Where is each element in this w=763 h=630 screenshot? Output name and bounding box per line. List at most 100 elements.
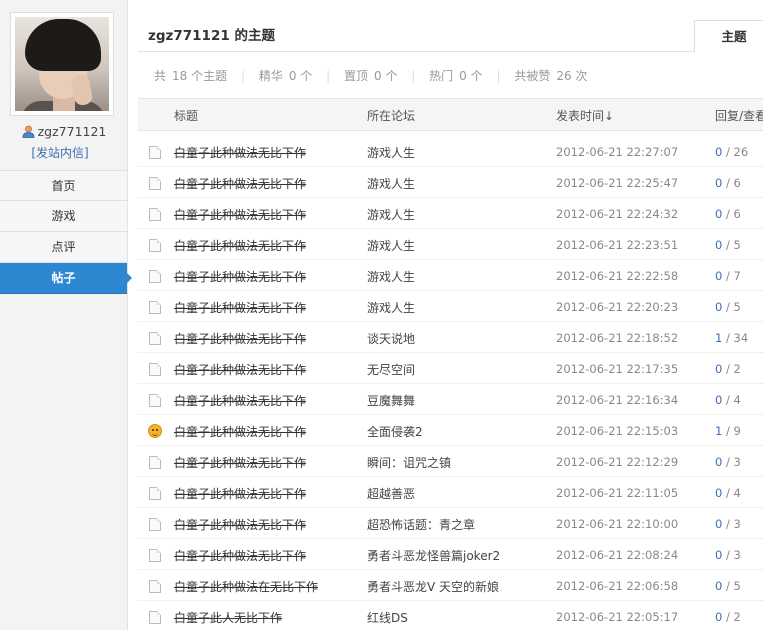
forum-link[interactable]: 谈天说地 bbox=[367, 330, 415, 347]
topic-title-link[interactable]: 白童子此种做法无比下作 bbox=[174, 547, 306, 564]
table-row: 白童子此种做法无比下作 游戏人生 2012-06-21 22:27:07 0 / 26 bbox=[138, 136, 763, 167]
view-count: / 34 bbox=[725, 331, 749, 345]
topic-title-link[interactable]: 白童子此种做法无比下作 bbox=[174, 392, 306, 409]
username[interactable]: zgz771121 bbox=[38, 124, 107, 139]
avatar[interactable] bbox=[10, 12, 114, 116]
topic-title-link[interactable]: 白童子此种做法无比下作 bbox=[174, 268, 306, 285]
table-row: 白童子此种做法无比下作 瞬间：诅咒之镇 2012-06-21 22:12:29 0 /… bbox=[138, 446, 763, 477]
topic-title-link[interactable]: 白童子此种做法无比下作 bbox=[174, 423, 306, 440]
post-time: 2012-06-21 22:18:52 bbox=[556, 331, 679, 345]
reply-view-count: 0 / 6 bbox=[715, 176, 741, 190]
table-row: 白童子此种做法无比下作 勇者斗恶龙怪兽篇joker2 2012-06-21 22:0… bbox=[138, 539, 763, 570]
stat-likes-label: 共被赞 bbox=[514, 69, 551, 83]
document-icon bbox=[149, 270, 161, 283]
view-count: / 5 bbox=[725, 300, 741, 314]
reply-view-count: 0 / 5 bbox=[715, 300, 741, 314]
reply-count: 0 bbox=[715, 486, 723, 500]
forum-link[interactable]: 红线DS bbox=[367, 609, 408, 626]
reply-view-count: 0 / 5 bbox=[715, 238, 741, 252]
view-count: / 6 bbox=[725, 207, 741, 221]
topic-title-link[interactable]: 白童子此种做法无比下作 bbox=[174, 299, 306, 316]
document-icon bbox=[149, 301, 161, 314]
sidebar-item-posts[interactable]: 帖子 bbox=[0, 263, 132, 294]
view-count: / 4 bbox=[725, 393, 741, 407]
forum-link[interactable]: 瞬间：诅咒之镇 bbox=[367, 454, 451, 471]
reply-view-count: 0 / 3 bbox=[715, 548, 741, 562]
sidebar-item-games[interactable]: 游戏 bbox=[0, 201, 127, 232]
forum-link[interactable]: 无尽空间 bbox=[367, 361, 415, 378]
forum-link[interactable]: 勇者斗恶龙Ⅴ 天空的新娘 bbox=[367, 578, 499, 595]
column-header-time[interactable]: 发表时间↓ bbox=[556, 107, 614, 124]
reply-view-count: 0 / 2 bbox=[715, 610, 741, 624]
table-row: 白童子此种做法无比下作 豆魔舞舞 2012-06-21 22:16:34 0 / 4 bbox=[138, 384, 763, 415]
stat-likes-value: 26 次 bbox=[556, 69, 588, 83]
forum-link[interactable]: 游戏人生 bbox=[367, 206, 415, 223]
title-bar: zgz771121 的主题 主题 bbox=[138, 0, 763, 53]
table-row: 白童子此种做法无比下作 超越善恶 2012-06-21 22:11:05 0 / 4 bbox=[138, 477, 763, 508]
topic-title-link[interactable]: 白童子此种做法无比下作 bbox=[174, 361, 306, 378]
post-time: 2012-06-21 22:15:03 bbox=[556, 424, 679, 438]
main-content: zgz771121 的主题 主题 共 18 个主题 | 精华 0 个 | 置顶 0 个… bbox=[138, 0, 763, 630]
reply-view-count: 0 / 3 bbox=[715, 517, 741, 531]
topic-title-link[interactable]: 白童子此种做法在无比下作 bbox=[174, 578, 318, 595]
document-icon bbox=[149, 146, 161, 159]
table-row: 白童子此种做法在无比下作 勇者斗恶龙Ⅴ 天空的新娘 2012-06-21 22:06… bbox=[138, 570, 763, 601]
avatar-image bbox=[15, 17, 109, 111]
post-time: 2012-06-21 22:10:00 bbox=[556, 517, 679, 531]
reply-count: 1 bbox=[715, 424, 723, 438]
reply-view-count: 0 / 4 bbox=[715, 486, 741, 500]
topic-title-link[interactable]: 白童子此人无比下作 bbox=[174, 609, 282, 626]
post-time: 2012-06-21 22:11:05 bbox=[556, 486, 679, 500]
topic-title-link[interactable]: 白童子此种做法无比下作 bbox=[174, 175, 306, 192]
view-count: / 2 bbox=[725, 610, 741, 624]
topic-title-link[interactable]: 白童子此种做法无比下作 bbox=[174, 516, 306, 533]
view-count: / 3 bbox=[725, 517, 741, 531]
post-time: 2012-06-21 22:12:29 bbox=[556, 455, 679, 469]
stat-sticky-label: 置顶 bbox=[343, 69, 368, 83]
post-time: 2012-06-21 22:23:51 bbox=[556, 238, 679, 252]
post-time: 2012-06-21 22:06:58 bbox=[556, 579, 679, 593]
topic-title-link[interactable]: 白童子此种做法无比下作 bbox=[174, 144, 306, 161]
topic-title-link[interactable]: 白童子此种做法无比下作 bbox=[174, 206, 306, 223]
tab-topics[interactable]: 主题 bbox=[694, 20, 763, 53]
view-count: / 6 bbox=[725, 176, 741, 190]
username-row: zgz771121 bbox=[0, 124, 128, 139]
document-icon bbox=[149, 332, 161, 345]
topic-title-link[interactable]: 白童子此种做法无比下作 bbox=[174, 485, 306, 502]
reply-count: 0 bbox=[715, 579, 723, 593]
forum-link[interactable]: 超恐怖话题：青之章 bbox=[367, 516, 475, 533]
reply-view-count: 0 / 6 bbox=[715, 207, 741, 221]
sidebar-nav: 首页 游戏 点评 帖子 bbox=[0, 170, 132, 294]
topic-title-link[interactable]: 白童子此种做法无比下作 bbox=[174, 237, 306, 254]
forum-link[interactable]: 豆魔舞舞 bbox=[367, 392, 415, 409]
reply-count: 0 bbox=[715, 393, 723, 407]
sidebar-item-reviews[interactable]: 点评 bbox=[0, 232, 127, 263]
reply-view-count: 0 / 5 bbox=[715, 579, 741, 593]
send-message-link[interactable]: [发站内信] bbox=[0, 144, 120, 161]
topic-title-link[interactable]: 白童子此种做法无比下作 bbox=[174, 454, 306, 471]
reply-view-count: 0 / 3 bbox=[715, 455, 741, 469]
reply-count: 0 bbox=[715, 548, 723, 562]
table-row: 白童子此种做法无比下作 游戏人生 2012-06-21 22:20:23 0 / 5 bbox=[138, 291, 763, 322]
topic-title-link[interactable]: 白童子此种做法无比下作 bbox=[174, 330, 306, 347]
reply-view-count: 0 / 4 bbox=[715, 393, 741, 407]
forum-link[interactable]: 游戏人生 bbox=[367, 268, 415, 285]
document-icon bbox=[149, 487, 161, 500]
forum-link[interactable]: 超越善恶 bbox=[367, 485, 415, 502]
forum-link[interactable]: 勇者斗恶龙怪兽篇joker2 bbox=[367, 547, 500, 564]
reply-view-count: 1 / 9 bbox=[715, 424, 741, 438]
stats-bar: 共 18 个主题 | 精华 0 个 | 置顶 0 个 | 热门 0 个 | 共被赞 26 … bbox=[154, 69, 588, 83]
forum-link[interactable]: 游戏人生 bbox=[367, 175, 415, 192]
reply-count: 0 bbox=[715, 145, 723, 159]
forum-link[interactable]: 游戏人生 bbox=[367, 237, 415, 254]
forum-link[interactable]: 游戏人生 bbox=[367, 144, 415, 161]
reply-view-count: 0 / 2 bbox=[715, 362, 741, 376]
sidebar-item-home[interactable]: 首页 bbox=[0, 170, 127, 201]
view-count: / 9 bbox=[725, 424, 741, 438]
document-icon bbox=[149, 611, 161, 624]
forum-link[interactable]: 全面侵袭2 bbox=[367, 423, 423, 440]
forum-link[interactable]: 游戏人生 bbox=[367, 299, 415, 316]
user-icon bbox=[22, 125, 35, 138]
view-count: / 26 bbox=[725, 145, 749, 159]
document-icon bbox=[149, 208, 161, 221]
